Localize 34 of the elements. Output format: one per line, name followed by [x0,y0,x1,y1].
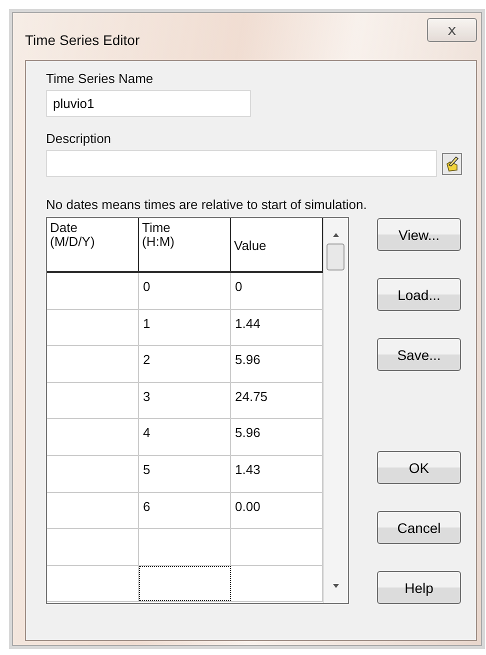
table-cell[interactable]: 24.75 [231,382,323,418]
dialog-button[interactable]: Help [377,571,461,604]
edit-button[interactable] [442,152,462,174]
dialog-button[interactable]: View... [377,218,461,251]
description-field[interactable] [46,150,437,177]
table-cell[interactable]: 1.44 [231,310,323,346]
table-cell[interactable]: 1 [139,310,231,346]
table-cell[interactable]: 3 [139,382,231,418]
table-cell[interactable]: 0 [231,273,323,309]
name-field[interactable]: pluvio1 [46,90,251,117]
field-label: Time Series Name [46,71,154,87]
field-label: Description [46,131,112,147]
hand-pencil-icon [444,154,460,172]
table-cell[interactable]: 5.96 [231,346,323,382]
table-cell[interactable]: 4 [139,419,231,455]
dialog-button[interactable]: Load... [377,278,461,311]
dialog-button[interactable]: Cancel [377,511,461,544]
table-cell[interactable]: 5.96 [231,419,323,455]
table-cell[interactable]: 2 [139,346,231,382]
hint-text: No dates means times are relative to start of simulation. [46,197,367,213]
table-cell[interactable]: 0 [139,273,231,309]
table-cell[interactable]: 5 [139,456,231,492]
scrollbar[interactable] [323,218,348,603]
window-title: Time Series Editor [25,32,140,48]
dialog-button[interactable]: OK [377,451,461,484]
table-cell[interactable]: 6 [139,492,231,528]
table-cell[interactable]: 0.00 [231,492,323,528]
column-header: Date (M/D/Y) [47,218,139,271]
table-cell[interactable] [139,566,231,602]
table-cell[interactable]: 1.43 [231,456,323,492]
close-button[interactable]: ⅹ [427,18,477,42]
column-header: Time (H:M) [139,218,231,271]
dialog-button[interactable]: Save... [377,338,461,371]
column-header: Value [231,218,323,271]
